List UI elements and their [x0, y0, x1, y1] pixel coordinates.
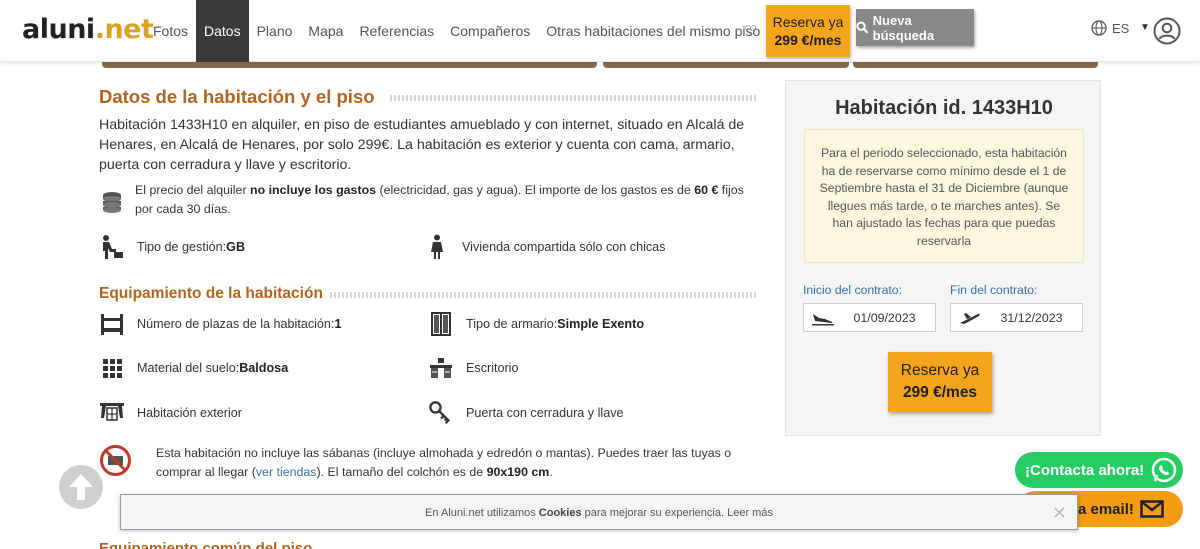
desk-icon — [428, 355, 454, 381]
room-id-title: Habitación id. 1433H10 — [835, 97, 1053, 119]
desk-item: Escritorio — [428, 355, 518, 381]
price-note-text: El precio del alquiler — [135, 183, 251, 197]
female-icon — [424, 234, 450, 260]
search-icon — [856, 21, 869, 34]
language-caret-icon[interactable]: ▼ — [1140, 22, 1150, 33]
plane-takeoff-icon — [951, 310, 989, 326]
site-logo[interactable]: aluni.net — [22, 14, 154, 45]
equipment-title-divider — [330, 292, 757, 298]
window-icon — [99, 400, 125, 426]
door-lock: Puerta con cerradura y llave — [428, 400, 624, 426]
period-notice: Para el periodo seleccionado, esta habit… — [804, 129, 1084, 263]
room-description: Habitación 1433H10 en alquiler, en piso … — [99, 117, 745, 173]
wardrobe-type: Tipo de armario: Simple Exento — [428, 311, 644, 337]
section-title-common: Equipamiento común del piso — [99, 540, 313, 549]
start-date-input[interactable]: 01/09/2023 — [803, 303, 936, 332]
nav-fotos[interactable]: Fotos — [145, 0, 196, 62]
cookie-banner: En Aluni.net utilizamos Cookies para mej… — [120, 494, 1078, 530]
whatsapp-contact-button[interactable]: ¡Contacta ahora! — [1015, 452, 1183, 488]
end-date-label: Fin del contrato: — [950, 283, 1038, 297]
nav-companeros[interactable]: Compañeros — [442, 0, 538, 62]
scroll-to-top-button[interactable] — [59, 465, 103, 509]
bed-icon — [99, 311, 125, 337]
places-count: Número de plazas de la habitación: 1 — [99, 311, 341, 337]
plane-landing-icon — [804, 310, 842, 326]
stores-link[interactable]: ver tiendas — [256, 465, 317, 479]
end-date-input[interactable]: 31/12/2023 — [950, 303, 1083, 332]
keys-icon — [428, 400, 454, 426]
new-search-button[interactable]: Nueva búsqueda — [856, 9, 974, 46]
arrow-up-icon — [69, 474, 93, 500]
cookie-close-icon[interactable]: ✕ — [1052, 495, 1067, 531]
main-nav: Fotos Datos Plano Mapa Referencias Compa… — [145, 0, 768, 62]
no-sheets-icon — [100, 445, 131, 476]
management-person-icon — [99, 234, 125, 260]
price-note-row: El precio del alquiler no incluye los ga… — [99, 181, 749, 219]
user-account-icon[interactable] — [1153, 17, 1181, 45]
globe-icon — [1091, 20, 1107, 36]
nav-referencias[interactable]: Referencias — [351, 0, 442, 62]
section-title-datos: Datos de la habitación y el piso — [99, 86, 375, 107]
exterior-room: Habitación exterior — [99, 400, 242, 426]
reserve-button-header[interactable]: Reserva ya 299 €/mes — [766, 5, 850, 57]
booking-sidebar: Habitación id. 1433H10 Para el periodo s… — [785, 80, 1101, 436]
envelope-icon — [1140, 500, 1164, 518]
section-title-equipamiento: Equipamiento de la habitación — [99, 285, 323, 302]
nav-plano[interactable]: Plano — [249, 0, 301, 62]
reserve-button-sidebar[interactable]: Reserva ya 299 €/mes — [888, 352, 992, 412]
nav-mapa[interactable]: Mapa — [300, 0, 351, 62]
start-date-label: Inicio del contrato: — [803, 283, 902, 297]
tiles-icon — [99, 355, 125, 381]
favorite-heart-icon[interactable]: ♡ — [744, 22, 757, 40]
coins-icon — [99, 189, 125, 215]
shared-housing-info: Vivienda compartida sólo con chicas — [424, 234, 665, 260]
language-selector[interactable]: ES — [1091, 20, 1129, 36]
title-divider — [390, 95, 757, 101]
photo-strip[interactable] — [102, 62, 1098, 68]
management-type: Tipo de gestión: GB — [99, 234, 245, 260]
top-navigation-bar: aluni.net Fotos Datos Plano Mapa Referen… — [0, 0, 1200, 62]
wardrobe-icon — [428, 311, 454, 337]
cookie-read-more-link[interactable]: Leer más — [727, 507, 773, 519]
floor-material: Material del suelo: Baldosa — [99, 355, 288, 381]
nav-otras-habitaciones[interactable]: Otras habitaciones del mismo piso — [538, 0, 768, 62]
nav-datos[interactable]: Datos — [196, 0, 249, 62]
whatsapp-icon — [1151, 457, 1177, 483]
